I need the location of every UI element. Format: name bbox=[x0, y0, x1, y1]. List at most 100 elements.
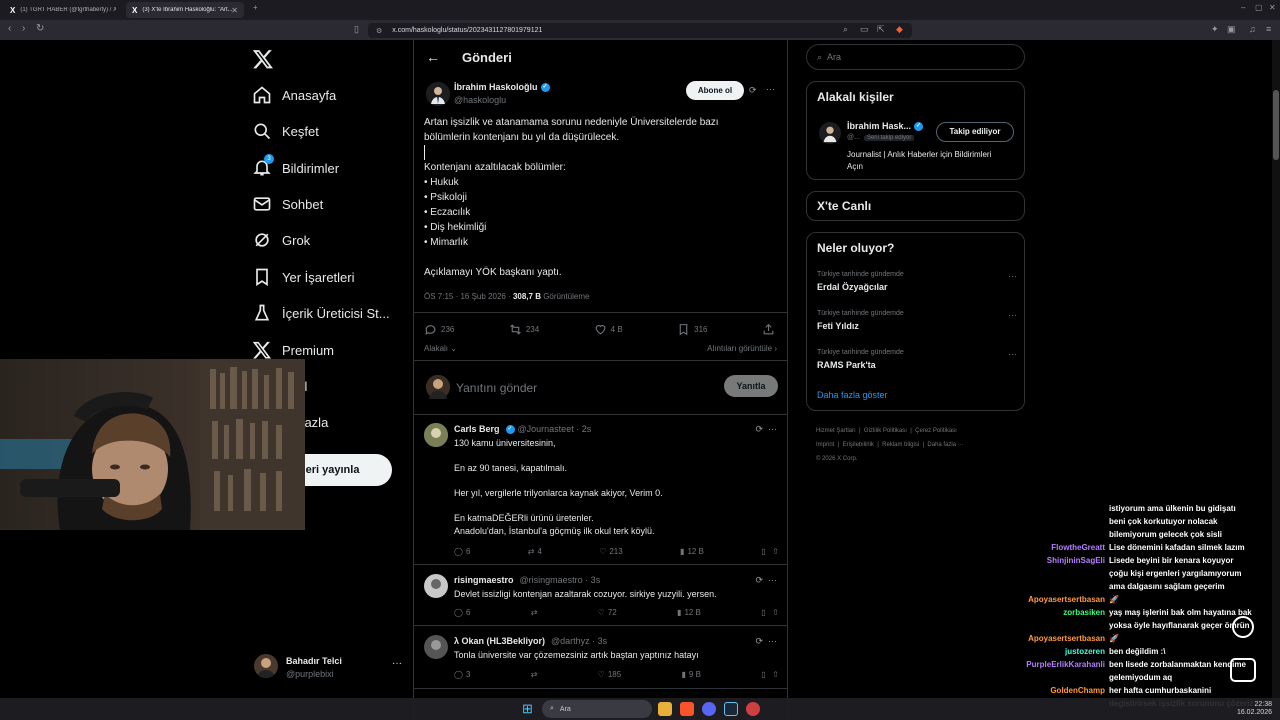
x-logo-icon[interactable] bbox=[252, 48, 274, 70]
reply-action[interactable]: 236 bbox=[424, 323, 454, 336]
views-action[interactable]: ▮ 12 B bbox=[680, 547, 704, 556]
views-action[interactable]: ▮ 9 B bbox=[681, 670, 700, 679]
browser-tab[interactable]: X (1) TGRT HABER (@tgrthaberty) / X bbox=[4, 2, 122, 18]
chat-username[interactable]: justozeren bbox=[1065, 645, 1105, 658]
scroll-thumb[interactable] bbox=[1273, 90, 1279, 160]
footer-link[interactable]: Gizlilik Politikası bbox=[864, 428, 907, 434]
related-name[interactable]: İbrahim Hask... ✓ bbox=[847, 121, 924, 131]
reply-button[interactable]: Yanıtla bbox=[724, 375, 778, 397]
chat-username[interactable]: GoldenChamp bbox=[1050, 684, 1105, 697]
taskbar-clock[interactable]: 22:38 16.02.2026 bbox=[1237, 701, 1272, 717]
reply-action[interactable]: ◯ 3 bbox=[454, 670, 470, 679]
sidebar-icon[interactable]: ▣ bbox=[1227, 24, 1236, 35]
back-arrow-icon[interactable]: ← bbox=[426, 49, 440, 65]
windows-start-icon[interactable]: ⊞ bbox=[522, 701, 533, 717]
footer-link[interactable]: Erişilebilirlik bbox=[843, 442, 874, 448]
chat-username[interactable]: Apoyasertsertbasan bbox=[1028, 632, 1105, 645]
reply-input[interactable]: Yanıtını gönder bbox=[456, 381, 537, 395]
address-bar[interactable]: ⚙ x.com/haskologlu/status/20234311278019… bbox=[368, 23, 912, 38]
steam-icon[interactable] bbox=[724, 702, 738, 716]
taskbar-search[interactable]: ⌕ Ara bbox=[542, 700, 652, 718]
trend-item[interactable]: Türkiye tarihinde gündemde Feti Yıldız ·… bbox=[817, 310, 1017, 331]
account-switcher[interactable]: Bahadır Telci @purplebixi ··· bbox=[254, 652, 404, 682]
bookmark-share[interactable]: ▯ ⇧ bbox=[761, 608, 779, 617]
following-button[interactable]: Takip ediliyor bbox=[936, 122, 1014, 142]
trend-more-icon[interactable]: ··· bbox=[1008, 310, 1017, 320]
nav-chat[interactable]: Sohbet bbox=[252, 192, 323, 216]
repost-action[interactable]: ⇄ 4 bbox=[528, 547, 542, 556]
like-action[interactable]: ♡ 72 bbox=[598, 608, 617, 617]
back-arrow-icon[interactable]: ‹ bbox=[8, 23, 11, 34]
chat-username[interactable]: Apoyasertsertbasan bbox=[1028, 593, 1105, 606]
nav-grok[interactable]: Grok bbox=[252, 228, 310, 252]
maximize-button[interactable]: ▢ bbox=[1255, 3, 1263, 12]
show-more-link[interactable]: Daha fazla göster bbox=[817, 390, 888, 400]
bookmark-share[interactable]: ▯ ⇧ bbox=[761, 547, 779, 556]
footer-link[interactable]: Çerez Politikası bbox=[915, 428, 957, 434]
reply-item[interactable]: risingmaestro @risingmaestro · 3s ⟳ ··· … bbox=[414, 566, 787, 626]
trend-more-icon[interactable]: ··· bbox=[1008, 271, 1017, 281]
chat-username[interactable]: PurpleErlikKarahanli bbox=[1026, 658, 1105, 671]
views-action[interactable]: ▮ 12 B bbox=[677, 608, 701, 617]
menu-icon[interactable]: ≡ bbox=[1266, 24, 1271, 34]
nav-creator-studio[interactable]: İçerik Üreticisi St... bbox=[252, 301, 390, 325]
close-window-button[interactable]: ✕ bbox=[1269, 3, 1276, 12]
like-action[interactable]: ♡ 213 bbox=[599, 547, 623, 556]
zoom-icon[interactable]: ⌕ bbox=[843, 24, 848, 35]
reply-avatar[interactable] bbox=[424, 574, 448, 598]
trend-item[interactable]: Türkiye tarihinde gündemde Erdal Özyağcı… bbox=[817, 271, 1017, 292]
share-icon[interactable]: ⇱ bbox=[877, 24, 885, 35]
reply-author[interactable]: risingmaestro bbox=[454, 575, 514, 585]
trend-more-icon[interactable]: ··· bbox=[1008, 349, 1017, 359]
author-avatar[interactable] bbox=[426, 82, 450, 106]
brave-browser-icon[interactable] bbox=[680, 702, 694, 716]
view-quotes-link[interactable]: Alıntıları görüntüle › bbox=[707, 344, 777, 353]
screen-icon[interactable]: ▭ bbox=[860, 24, 869, 35]
nav-explore[interactable]: Keşfet bbox=[252, 119, 319, 143]
related-avatar[interactable] bbox=[819, 122, 841, 144]
extensions-icon[interactable]: ✦ bbox=[1211, 24, 1219, 35]
trend-item[interactable]: Türkiye tarihinde gündemde RAMS Park'ta … bbox=[817, 349, 1017, 370]
reply-avatar[interactable] bbox=[424, 635, 448, 659]
repost-action[interactable]: ⇄ bbox=[531, 670, 538, 679]
discord-icon[interactable] bbox=[702, 702, 716, 716]
close-tab-icon[interactable]: ✕ bbox=[231, 6, 238, 15]
chat-username[interactable]: zorbasiken bbox=[1063, 606, 1105, 619]
reply-more-icon[interactable]: ⟳ ··· bbox=[755, 636, 777, 647]
post-time[interactable]: ÖS 7:15 · 16 Şub 2026 · bbox=[424, 292, 513, 301]
nav-home[interactable]: Anasayfa bbox=[252, 83, 336, 107]
brave-shield-icon[interactable]: ◆ bbox=[896, 24, 903, 35]
reply-item[interactable]: Carls Berg ✓ @Journasteet · 2s ⟳ ··· 130… bbox=[414, 415, 787, 565]
footer-link[interactable]: Hizmet Şartları bbox=[816, 428, 856, 434]
nav-notifications[interactable]: 3 Bildirimler bbox=[252, 154, 339, 180]
repost-action[interactable]: 234 bbox=[509, 323, 539, 336]
bookmark-action[interactable]: 316 bbox=[677, 323, 708, 336]
search-input[interactable]: ⌕ Ara bbox=[806, 44, 1025, 70]
author-name[interactable]: İbrahim Haskoloğlu ✓ bbox=[454, 82, 550, 92]
footer-link[interactable]: Imprint bbox=[816, 442, 834, 448]
grok-icon[interactable]: ⟳ bbox=[749, 85, 757, 96]
browser-tab-active[interactable]: X (3) X'te İbrahim Haskoloğlu: "Art... ✕ bbox=[126, 2, 244, 18]
reply-action[interactable]: ◯ 6 bbox=[454, 608, 470, 617]
reply-more-icon[interactable]: ⟳ ··· bbox=[755, 575, 777, 586]
more-icon[interactable]: ··· bbox=[392, 658, 402, 669]
new-tab-button[interactable]: + bbox=[253, 3, 258, 12]
chat-username[interactable]: FlowtheGreatt bbox=[1051, 541, 1105, 554]
file-explorer-icon[interactable] bbox=[658, 702, 672, 716]
minimize-button[interactable]: – bbox=[1241, 3, 1245, 12]
obs-icon[interactable] bbox=[746, 702, 760, 716]
like-action[interactable]: 4 B bbox=[594, 323, 623, 336]
reply-more-icon[interactable]: ⟳ ··· bbox=[755, 424, 777, 435]
more-options-icon[interactable]: ··· bbox=[766, 84, 775, 94]
forward-arrow-icon[interactable]: › bbox=[22, 23, 25, 34]
chat-username[interactable]: ShinjininSagEli bbox=[1047, 554, 1105, 567]
site-settings-icon[interactable]: ⚙ bbox=[376, 27, 382, 35]
sort-relevance-dropdown[interactable]: Alakalı ⌄ bbox=[424, 344, 457, 353]
subscribe-button[interactable]: Abone ol bbox=[686, 81, 744, 100]
footer-link[interactable]: Reklam bilgisi bbox=[882, 442, 919, 448]
like-action[interactable]: ♡ 185 bbox=[598, 670, 622, 679]
nav-bookmarks[interactable]: Yer İşaretleri bbox=[252, 265, 355, 289]
footer-link[interactable]: Daha fazla ··· bbox=[927, 442, 963, 448]
bookmark-page-icon[interactable]: ▯ bbox=[354, 24, 359, 35]
reply-avatar[interactable] bbox=[424, 423, 448, 447]
